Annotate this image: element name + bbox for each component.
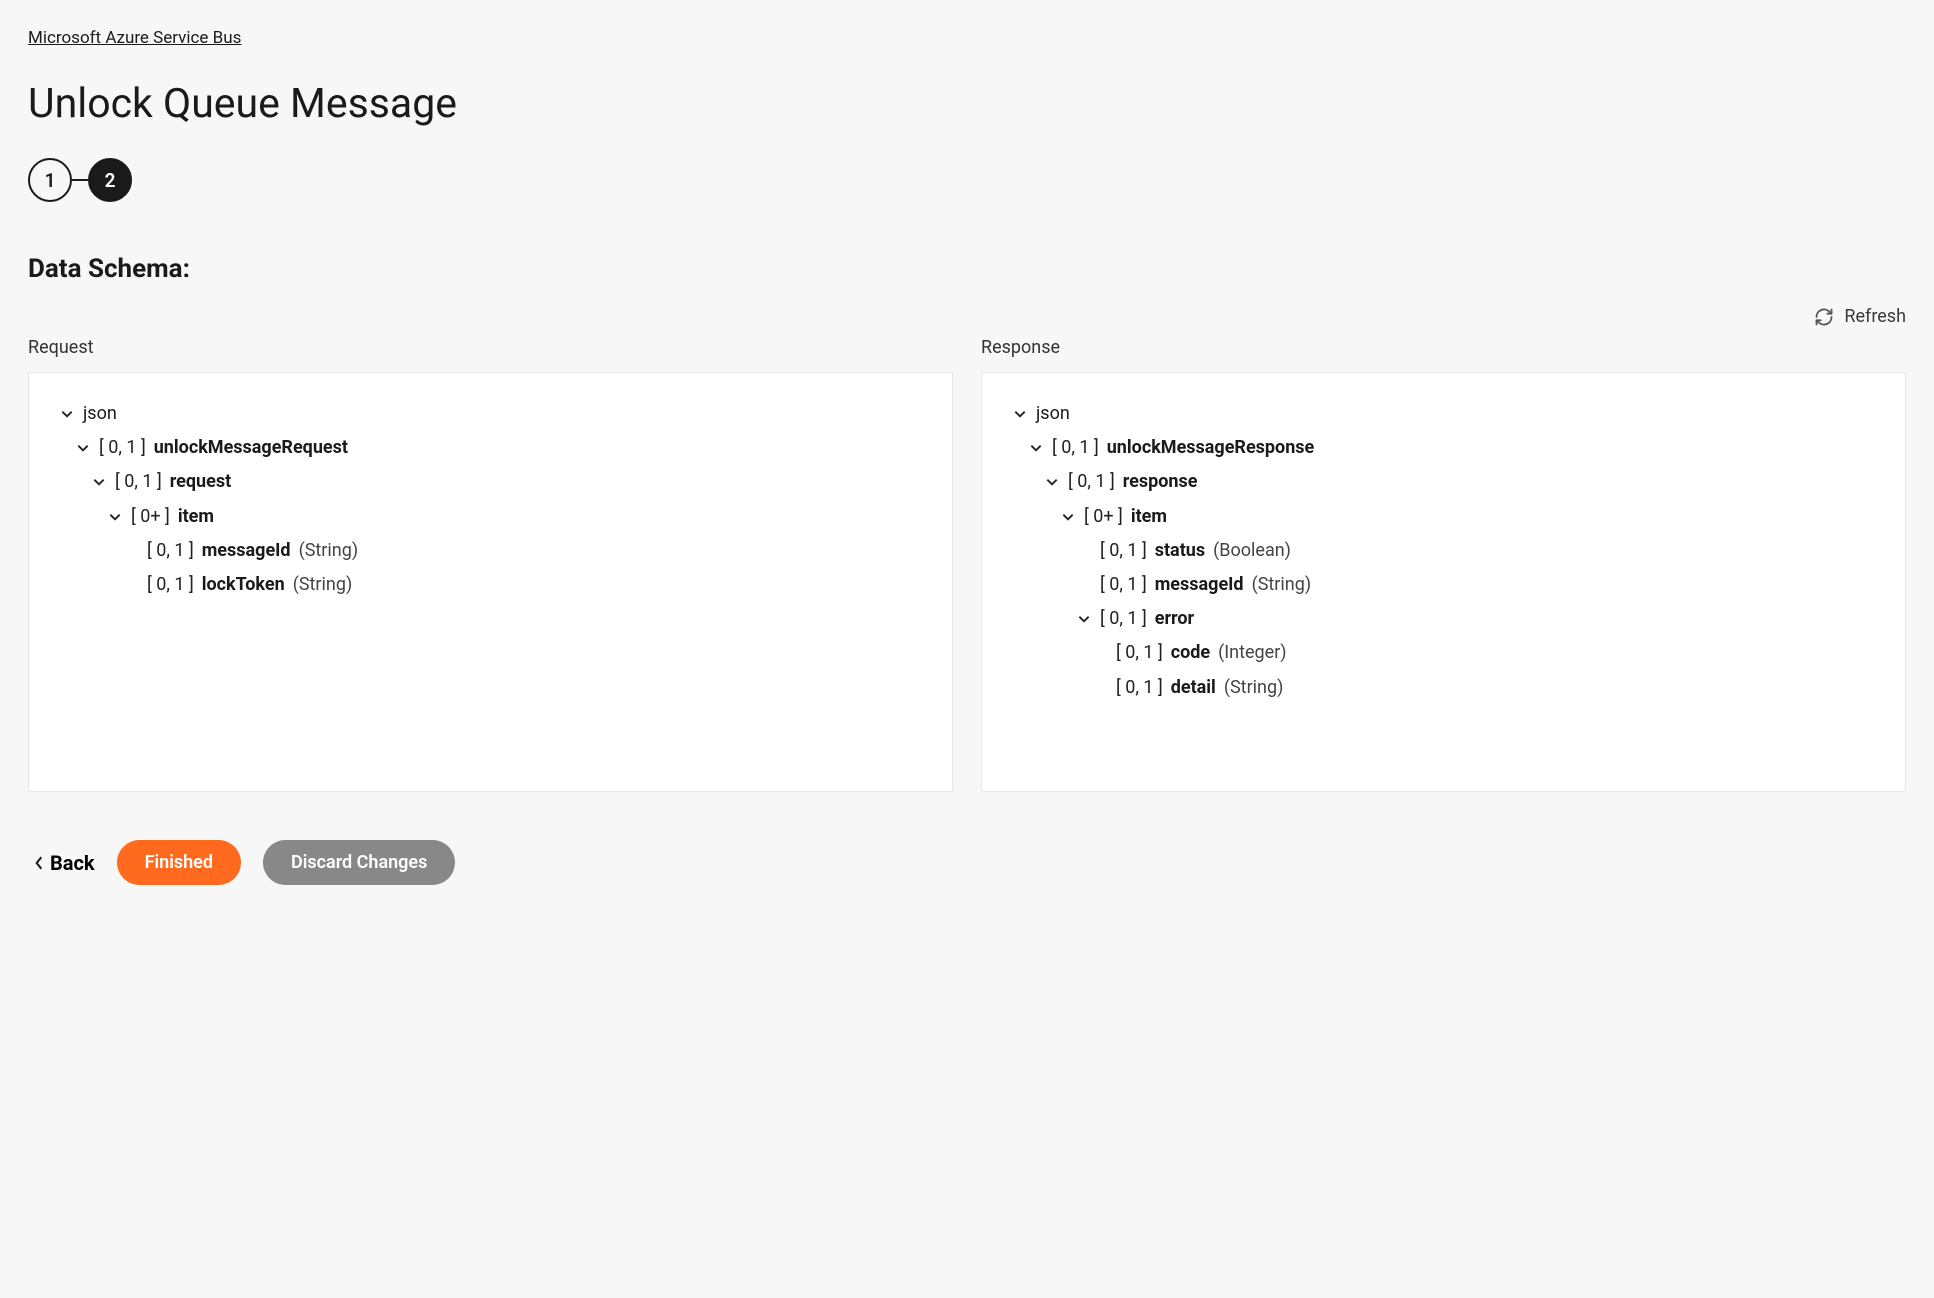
tree-label: response xyxy=(1123,465,1198,499)
cardinality: [ 0, 1 ] xyxy=(147,568,194,602)
discard-changes-button[interactable]: Discard Changes xyxy=(263,840,455,885)
tree-label: error xyxy=(1155,602,1194,636)
tree-label: lockToken xyxy=(202,568,285,602)
tree-type: (Integer) xyxy=(1218,636,1286,670)
tree-type: (String) xyxy=(1224,671,1284,705)
finished-button[interactable]: Finished xyxy=(117,840,241,885)
tree-node-unlockMessageRequest[interactable]: [ 0, 1 ] unlockMessageRequest xyxy=(59,431,922,465)
chevron-down-icon xyxy=(91,475,107,489)
tree-label: messageId xyxy=(1155,568,1244,602)
tree-label: json xyxy=(1036,397,1070,431)
tree-type: (String) xyxy=(1252,568,1312,602)
tree-node-response[interactable]: [ 0, 1 ] response xyxy=(1012,465,1875,499)
refresh-label: Refresh xyxy=(1844,306,1906,327)
chevron-down-icon xyxy=(1060,510,1076,524)
cardinality: [ 0, 1 ] xyxy=(1116,671,1163,705)
tree-node-item[interactable]: [ 0+ ] item xyxy=(59,500,922,534)
step-connector xyxy=(72,179,88,181)
cardinality: [ 0, 1 ] xyxy=(1100,602,1147,636)
page-title: Unlock Queue Message xyxy=(28,80,1906,128)
cardinality: [ 0, 1 ] xyxy=(1052,431,1099,465)
tree-node-unlockMessageResponse[interactable]: [ 0, 1 ] unlockMessageResponse xyxy=(1012,431,1875,465)
cardinality: [ 0, 1 ] xyxy=(1100,534,1147,568)
refresh-icon xyxy=(1814,307,1834,327)
step-2[interactable]: 2 xyxy=(88,158,132,202)
cardinality: [ 0, 1 ] xyxy=(1068,465,1115,499)
tree-label: json xyxy=(83,397,117,431)
tree-leaf-detail[interactable]: [ 0, 1 ] detail (String) xyxy=(1012,671,1875,705)
tree-label: request xyxy=(170,465,231,499)
step-1[interactable]: 1 xyxy=(28,158,72,202)
stepper: 1 2 xyxy=(28,158,1906,202)
cardinality: [ 0, 1 ] xyxy=(1116,636,1163,670)
tree-label: status xyxy=(1155,534,1205,568)
back-button[interactable]: Back xyxy=(34,851,95,875)
tree-leaf-messageId[interactable]: [ 0, 1 ] messageId (String) xyxy=(59,534,922,568)
section-title: Data Schema: xyxy=(28,254,1906,284)
tree-type: (Boolean) xyxy=(1213,534,1291,568)
chevron-left-icon xyxy=(34,851,44,875)
tree-leaf-status[interactable]: [ 0, 1 ] status (Boolean) xyxy=(1012,534,1875,568)
tree-node-error[interactable]: [ 0, 1 ] error xyxy=(1012,602,1875,636)
chevron-down-icon xyxy=(75,441,91,455)
cardinality: [ 0, 1 ] xyxy=(115,465,162,499)
breadcrumb-link[interactable]: Microsoft Azure Service Bus xyxy=(28,28,241,48)
cardinality: [ 0, 1 ] xyxy=(99,431,146,465)
chevron-down-icon xyxy=(107,510,123,524)
chevron-down-icon xyxy=(1076,612,1092,626)
cardinality: [ 0+ ] xyxy=(1084,500,1123,534)
tree-leaf-messageId[interactable]: [ 0, 1 ] messageId (String) xyxy=(1012,568,1875,602)
back-label: Back xyxy=(50,851,95,875)
tree-node-json[interactable]: json xyxy=(59,397,922,431)
request-panel: json [ 0, 1 ] unlockMessageRequest [ 0, … xyxy=(28,372,953,792)
tree-label: detail xyxy=(1171,671,1216,705)
chevron-down-icon xyxy=(1012,407,1028,421)
tree-label: item xyxy=(1131,500,1167,534)
tree-label: messageId xyxy=(202,534,291,568)
tree-node-item[interactable]: [ 0+ ] item xyxy=(1012,500,1875,534)
refresh-button[interactable]: Refresh xyxy=(1814,306,1906,327)
cardinality: [ 0+ ] xyxy=(131,500,170,534)
tree-leaf-lockToken[interactable]: [ 0, 1 ] lockToken (String) xyxy=(59,568,922,602)
tree-node-json[interactable]: json xyxy=(1012,397,1875,431)
request-column-title: Request xyxy=(28,337,953,358)
tree-type: (String) xyxy=(299,534,359,568)
cardinality: [ 0, 1 ] xyxy=(147,534,194,568)
response-column-title: Response xyxy=(981,337,1906,358)
cardinality: [ 0, 1 ] xyxy=(1100,568,1147,602)
tree-type: (String) xyxy=(293,568,353,602)
chevron-down-icon xyxy=(1028,441,1044,455)
chevron-down-icon xyxy=(1044,475,1060,489)
response-panel: json [ 0, 1 ] unlockMessageResponse [ 0,… xyxy=(981,372,1906,792)
chevron-down-icon xyxy=(59,407,75,421)
tree-node-request[interactable]: [ 0, 1 ] request xyxy=(59,465,922,499)
tree-label: unlockMessageResponse xyxy=(1107,431,1315,465)
tree-label: unlockMessageRequest xyxy=(154,431,348,465)
tree-leaf-code[interactable]: [ 0, 1 ] code (Integer) xyxy=(1012,636,1875,670)
tree-label: item xyxy=(178,500,214,534)
tree-label: code xyxy=(1171,636,1210,670)
